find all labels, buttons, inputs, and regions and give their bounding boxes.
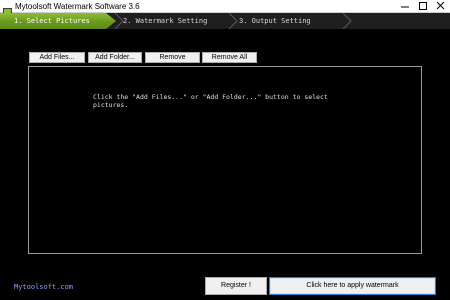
website-link[interactable]: Mytoolsoft.com (14, 283, 73, 291)
add-folder-button[interactable]: Add Folder... (88, 52, 142, 63)
picture-list[interactable]: Click the "Add Files..." or "Add Folder.… (28, 66, 422, 254)
step-output-setting[interactable]: 3. Output Setting (239, 13, 311, 29)
register-button[interactable]: Register ! (205, 277, 267, 295)
step-arrow-icon (340, 13, 354, 29)
close-button[interactable] (432, 0, 450, 13)
app-icon (3, 2, 12, 17)
wizard-step-bar: 1. Select Pictures 2. Watermark Setting … (0, 13, 450, 29)
window-title: Mytoolsoft Watermark Software 3.6 (15, 2, 140, 11)
apply-watermark-button[interactable]: Click here to apply watermark (269, 277, 436, 295)
remove-all-button[interactable]: Remove All (202, 52, 257, 63)
step-select-pictures[interactable]: 1. Select Pictures (0, 13, 116, 29)
maximize-button[interactable] (414, 0, 432, 13)
picture-list-hint: Click the "Add Files..." or "Add Folder.… (93, 93, 328, 109)
step-arrow-icon (226, 13, 240, 29)
step-watermark-setting[interactable]: 2. Watermark Setting (123, 13, 207, 29)
add-files-button[interactable]: Add Files... (29, 52, 85, 63)
minimize-button[interactable] (396, 0, 414, 13)
remove-button[interactable]: Remove (145, 52, 200, 63)
title-bar: Mytoolsoft Watermark Software 3.6 (0, 0, 450, 17)
